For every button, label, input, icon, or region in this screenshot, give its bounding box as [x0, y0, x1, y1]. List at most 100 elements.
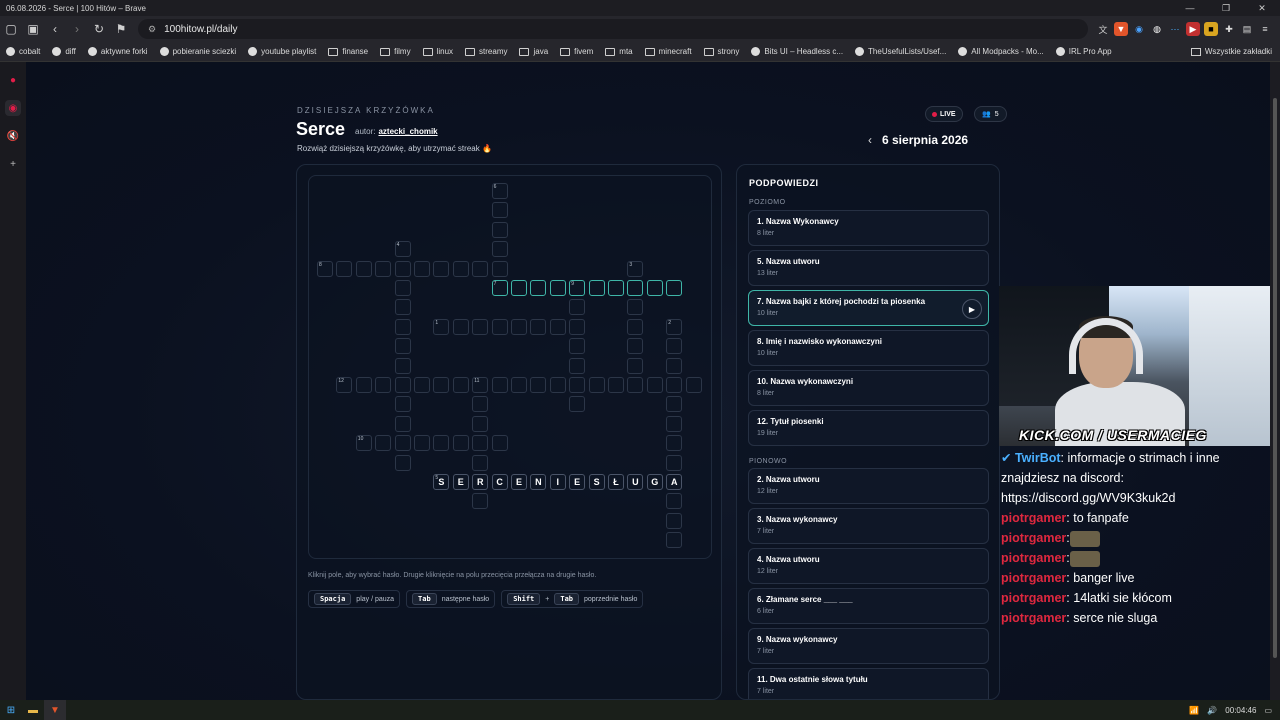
- crossword-cell-filled[interactable]: C: [491, 474, 508, 490]
- crossword-cell-filled[interactable]: U: [627, 474, 644, 490]
- crossword-cell[interactable]: [608, 377, 624, 393]
- crossword-cell[interactable]: [394, 318, 411, 335]
- minimize-icon[interactable]: —: [1172, 0, 1208, 16]
- clue-card[interactable]: 10. Nazwa wykonawczyni 8 liter: [748, 370, 989, 406]
- crossword-cell[interactable]: [646, 280, 663, 296]
- clue-card[interactable]: 6. Złamane serce ___ ___ 6 liter: [748, 588, 989, 624]
- crossword-cell[interactable]: [375, 260, 392, 277]
- brave-icon[interactable]: ▼: [44, 700, 66, 720]
- crossword-cell-filled[interactable]: G: [646, 474, 663, 490]
- crossword-cell[interactable]: [530, 318, 547, 335]
- crossword-cell[interactable]: [336, 260, 353, 277]
- crossword-cell[interactable]: [452, 318, 469, 335]
- menu-icon[interactable]: ≡: [1258, 22, 1272, 36]
- crossword-cell[interactable]: [355, 260, 372, 277]
- crossword-cell[interactable]: [433, 435, 450, 452]
- play-icon[interactable]: ▶: [962, 299, 982, 319]
- crossword-cell[interactable]: [569, 299, 586, 316]
- all-bookmarks[interactable]: Wszystkie zakładki: [1190, 47, 1272, 56]
- bookmark-item[interactable]: linux: [422, 47, 453, 56]
- crossword-cell[interactable]: [394, 280, 411, 296]
- sidebar-icon[interactable]: ▤: [1240, 22, 1254, 36]
- crossword-cell[interactable]: [588, 280, 605, 296]
- crossword-cell[interactable]: [472, 493, 489, 510]
- crossword-cell-filled[interactable]: R: [472, 474, 489, 490]
- bookmark-item[interactable]: aktywne forki: [87, 47, 148, 56]
- bookmark-item[interactable]: pobieranie sciezki: [159, 47, 236, 56]
- crossword-cell-filled[interactable]: I: [549, 474, 566, 490]
- record-icon[interactable]: ●: [5, 72, 21, 88]
- crossword-cell[interactable]: [472, 454, 489, 471]
- prev-day-button[interactable]: ‹: [868, 133, 872, 147]
- crossword-cell[interactable]: [666, 280, 683, 296]
- bookmark-item[interactable]: IRL Pro App: [1055, 47, 1112, 56]
- crossword-cell[interactable]: [375, 435, 392, 452]
- mute-icon[interactable]: 🔇: [5, 128, 21, 144]
- crossword-cell[interactable]: [433, 260, 450, 277]
- crossword-cell-filled[interactable]: S: [588, 474, 605, 490]
- crossword-cell[interactable]: [666, 338, 683, 355]
- crossword-cell[interactable]: [472, 415, 489, 432]
- brave-shield-icon[interactable]: ▼: [1114, 22, 1128, 36]
- network-icon[interactable]: 📶: [1189, 706, 1199, 715]
- clue-card[interactable]: 9. Nazwa wykonawcy 7 liter: [748, 628, 989, 664]
- crossword-cell[interactable]: [355, 377, 372, 393]
- crossword-cell[interactable]: [394, 357, 411, 374]
- file-explorer-icon[interactable]: ▬: [22, 700, 44, 720]
- scrollbar-thumb[interactable]: [1273, 98, 1277, 658]
- extension-icon[interactable]: ▶: [1186, 22, 1200, 36]
- crossword-cell[interactable]: [549, 280, 566, 296]
- crossword-cell[interactable]: [569, 338, 586, 355]
- bookmark-item[interactable]: youtube playlist: [248, 47, 316, 56]
- crossword-cell[interactable]: [394, 435, 411, 452]
- crossword-cell-filled[interactable]: A: [666, 474, 683, 490]
- crossword-cell[interactable]: [491, 377, 508, 393]
- windows-start-icon[interactable]: ⊞: [0, 700, 22, 720]
- app-icon[interactable]: ◉: [5, 100, 21, 116]
- crossword-cell-filled[interactable]: Ł: [608, 474, 624, 490]
- bookmark-icon[interactable]: ⚑: [110, 18, 132, 40]
- extension-icon[interactable]: ◍: [1150, 22, 1164, 36]
- crossword-cell[interactable]: [511, 280, 527, 296]
- crossword-cell[interactable]: [394, 396, 411, 413]
- crossword-cell[interactable]: [472, 260, 489, 277]
- bookmark-item[interactable]: finanse: [328, 47, 368, 56]
- crossword-cell[interactable]: [472, 435, 489, 452]
- crossword-cell[interactable]: [608, 280, 624, 296]
- crossword-cell[interactable]: [627, 377, 644, 393]
- crossword-cell[interactable]: [414, 377, 430, 393]
- address-bar[interactable]: ⚙ 100hitow.pl/daily: [138, 19, 1088, 39]
- crossword-cell[interactable]: [491, 435, 508, 452]
- bookmark-item[interactable]: cobalt: [6, 47, 40, 56]
- clue-card[interactable]: 7. Nazwa bajki z której pochodzi ta pios…: [748, 290, 989, 326]
- crossword-cell[interactable]: [666, 415, 683, 432]
- crossword-cell[interactable]: [491, 202, 508, 219]
- volume-icon[interactable]: 🔊: [1207, 706, 1217, 715]
- bookmark-item[interactable]: Bits UI – Headless c...: [751, 47, 843, 56]
- bookmark-item[interactable]: java: [519, 47, 548, 56]
- crossword-cell[interactable]: [530, 280, 547, 296]
- crossword-cell[interactable]: [666, 435, 683, 452]
- clue-card[interactable]: 4. Nazwa utworu 12 liter: [748, 548, 989, 584]
- translate-icon[interactable]: 文: [1096, 22, 1110, 36]
- bookmark-item[interactable]: All Modpacks - Mo...: [958, 47, 1044, 56]
- crossword-cell[interactable]: [666, 454, 683, 471]
- crossword-cell[interactable]: [491, 221, 508, 238]
- crossword-cell[interactable]: [491, 241, 508, 258]
- tabs-icon[interactable]: ▣: [22, 18, 44, 40]
- clue-card[interactable]: 3. Nazwa wykonawcy 7 liter: [748, 508, 989, 544]
- crossword-cell[interactable]: [375, 377, 392, 393]
- author-link[interactable]: aztecki_chomik: [378, 127, 437, 136]
- clue-card[interactable]: 11. Dwa ostatnie słowa tytułu 7 liter: [748, 668, 989, 699]
- bookmark-item[interactable]: fivem: [560, 47, 593, 56]
- crossword-cell[interactable]: [394, 454, 411, 471]
- crossword-cell[interactable]: [666, 377, 683, 393]
- crossword-cell[interactable]: [472, 318, 489, 335]
- crossword-cell[interactable]: [472, 396, 489, 413]
- bookmark-item[interactable]: diff: [52, 47, 76, 56]
- crossword-cell[interactable]: [549, 377, 566, 393]
- clue-card[interactable]: 12. Tytuł piosenki 19 liter: [748, 410, 989, 446]
- crossword-cell[interactable]: [414, 435, 430, 452]
- crossword-cell[interactable]: [666, 493, 683, 510]
- bookmark-item[interactable]: filmy: [380, 47, 411, 56]
